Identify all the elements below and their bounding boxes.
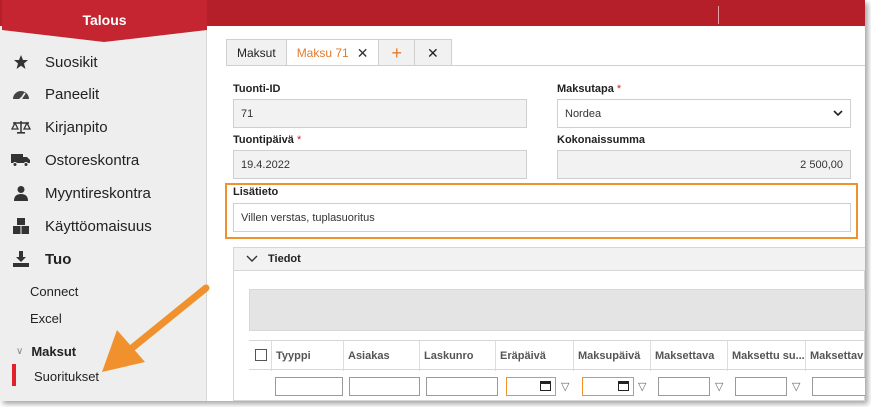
lisatieto-label: Lisätieto: [233, 186, 279, 198]
column-header[interactable]: Maksettava: [650, 341, 727, 371]
sidebar-item-kayttoomaisuus[interactable]: Käyttöomaisuus: [0, 210, 207, 242]
sidebar-subitem-excel[interactable]: Excel: [30, 311, 62, 326]
truck-icon: [10, 151, 32, 169]
filter-asiakas-input[interactable]: [349, 377, 420, 396]
sidebar-item-kirjanpito[interactable]: Kirjanpito: [0, 111, 207, 143]
column-header[interactable]: Eräpäivä: [495, 341, 573, 371]
dashboard-icon: [10, 85, 32, 103]
sidebar-item-label: Käyttöomaisuus: [45, 217, 152, 235]
sidebar-item-label: Myyntireskontra: [45, 184, 151, 202]
main-content: Maksut Maksu 71 ✕ + ✕ Tuonti-ID 71 Maksu…: [208, 26, 865, 401]
sidebar-item-ostoreskontra[interactable]: Ostoreskontra: [0, 144, 207, 176]
tuontipaiva-label: Tuontipäivä *: [233, 134, 302, 146]
sidebar-subitem-suoritukset[interactable]: Suoritukset: [34, 369, 99, 384]
sidebar: Suosikit Paneelit Kirjanpito Ostoreskont…: [0, 26, 207, 401]
module-title: Talous: [82, 12, 127, 28]
maksutapa-select[interactable]: Nordea: [557, 99, 851, 128]
filter-icon[interactable]: ▽: [561, 380, 569, 393]
sidebar-group-maksut[interactable]: ∨ Maksut: [16, 344, 76, 359]
filter-maksettu-input[interactable]: [735, 377, 787, 396]
sidebar-item-label: Paneelit: [45, 85, 100, 103]
top-bar-separator: [718, 6, 719, 24]
tiedot-header[interactable]: Tiedot: [234, 248, 865, 271]
maksutapa-value: Nordea: [565, 107, 602, 120]
close-icon: ✕: [426, 44, 439, 61]
star-icon: [10, 53, 32, 71]
calendar-icon[interactable]: [540, 381, 551, 391]
active-indicator: [12, 364, 16, 386]
filter-maksettava2-input[interactable]: [812, 377, 865, 396]
tuonti-id-field[interactable]: 71: [233, 99, 527, 128]
sidebar-item-suosikit[interactable]: Suosikit: [0, 46, 207, 78]
chevron-down-icon: ∨: [16, 346, 24, 357]
column-header[interactable]: Maksettav: [805, 341, 865, 371]
tab-label: Maksut: [237, 46, 276, 60]
kokonaissumma-label: Kokonaissumma: [557, 134, 646, 146]
new-tab-button[interactable]: +: [378, 39, 415, 66]
sidebar-item-paneelit[interactable]: Paneelit: [0, 78, 207, 110]
maksutapa-label: Maksutapa *: [557, 83, 622, 95]
filter-maksettava-input[interactable]: [658, 377, 710, 396]
boxes-icon: [10, 217, 32, 235]
tuonti-id-value: 71: [241, 107, 254, 120]
download-icon: [10, 250, 32, 268]
plus-icon: +: [391, 42, 402, 63]
column-header[interactable]: Asiakas: [343, 341, 419, 371]
column-header[interactable]: Tyyppi: [271, 341, 343, 371]
tab-label: Maksu 71: [296, 46, 349, 60]
grid-toolbar: [249, 289, 865, 331]
filter-icon[interactable]: ▽: [638, 380, 646, 393]
person-icon: [10, 184, 32, 202]
filter-row: ▽ ▽ ▽ ▽: [249, 371, 865, 401]
filter-icon[interactable]: ▽: [715, 380, 723, 393]
app-window: Suosikit Paneelit Kirjanpito Ostoreskont…: [0, 0, 865, 401]
close-all-tabs-button[interactable]: ✕: [413, 39, 452, 66]
tab-maksut[interactable]: Maksut: [226, 39, 287, 66]
close-tab-icon[interactable]: ✕: [357, 45, 369, 62]
column-header[interactable]: Laskunro: [419, 341, 495, 371]
scales-icon: [10, 118, 32, 136]
sidebar-item-label: Tuo: [45, 250, 72, 268]
tab-maksu-71[interactable]: Maksu 71 ✕: [285, 39, 380, 66]
module-tab[interactable]: Talous: [2, 0, 207, 42]
sidebar-item-label: Suosikit: [45, 53, 98, 71]
tab-strip: Maksut Maksu 71 ✕ + ✕: [226, 39, 452, 66]
calendar-icon[interactable]: [618, 381, 629, 391]
lisatieto-input[interactable]: Villen verstas, tuplasuoritus: [233, 203, 851, 232]
sidebar-item-tuo[interactable]: Tuo: [0, 243, 207, 275]
filter-tyyppi-input[interactable]: [275, 377, 343, 396]
tab-divider: [226, 65, 865, 66]
select-all-checkbox[interactable]: [255, 349, 267, 361]
sidebar-group-label: Maksut: [31, 344, 77, 359]
filter-laskunro-input[interactable]: [426, 377, 498, 396]
column-header[interactable]: Maksettu su...: [727, 341, 805, 371]
grid-header: Tyyppi Asiakas Laskunro Eräpäivä Maksupä…: [249, 340, 865, 371]
lisatieto-value: Villen verstas, tuplasuoritus: [241, 211, 375, 224]
sidebar-item-label: Kirjanpito: [45, 118, 108, 136]
tuontipaiva-field[interactable]: 19.4.2022: [233, 150, 527, 179]
required-mark: *: [616, 83, 622, 95]
chevron-down-icon: [833, 108, 843, 120]
chevron-down-icon: [246, 255, 258, 263]
required-mark: *: [296, 134, 302, 146]
filter-icon[interactable]: ▽: [792, 380, 800, 393]
tuonti-id-label: Tuonti-ID: [233, 83, 281, 95]
tuontipaiva-value: 19.4.2022: [241, 158, 290, 171]
column-header[interactable]: Maksupäivä: [573, 341, 650, 371]
tiedot-title: Tiedot: [268, 253, 301, 265]
sidebar-item-label: Ostoreskontra: [45, 151, 140, 169]
kokonaissumma-field[interactable]: 2 500,00: [557, 150, 851, 179]
tiedot-section: Tiedot Tyyppi Asiakas Laskunro Eräpäivä …: [233, 247, 865, 401]
sidebar-item-myyntireskontra[interactable]: Myyntireskontra: [0, 177, 207, 209]
sidebar-subitem-connect[interactable]: Connect: [30, 284, 78, 299]
kokonaissumma-value: 2 500,00: [800, 158, 843, 171]
